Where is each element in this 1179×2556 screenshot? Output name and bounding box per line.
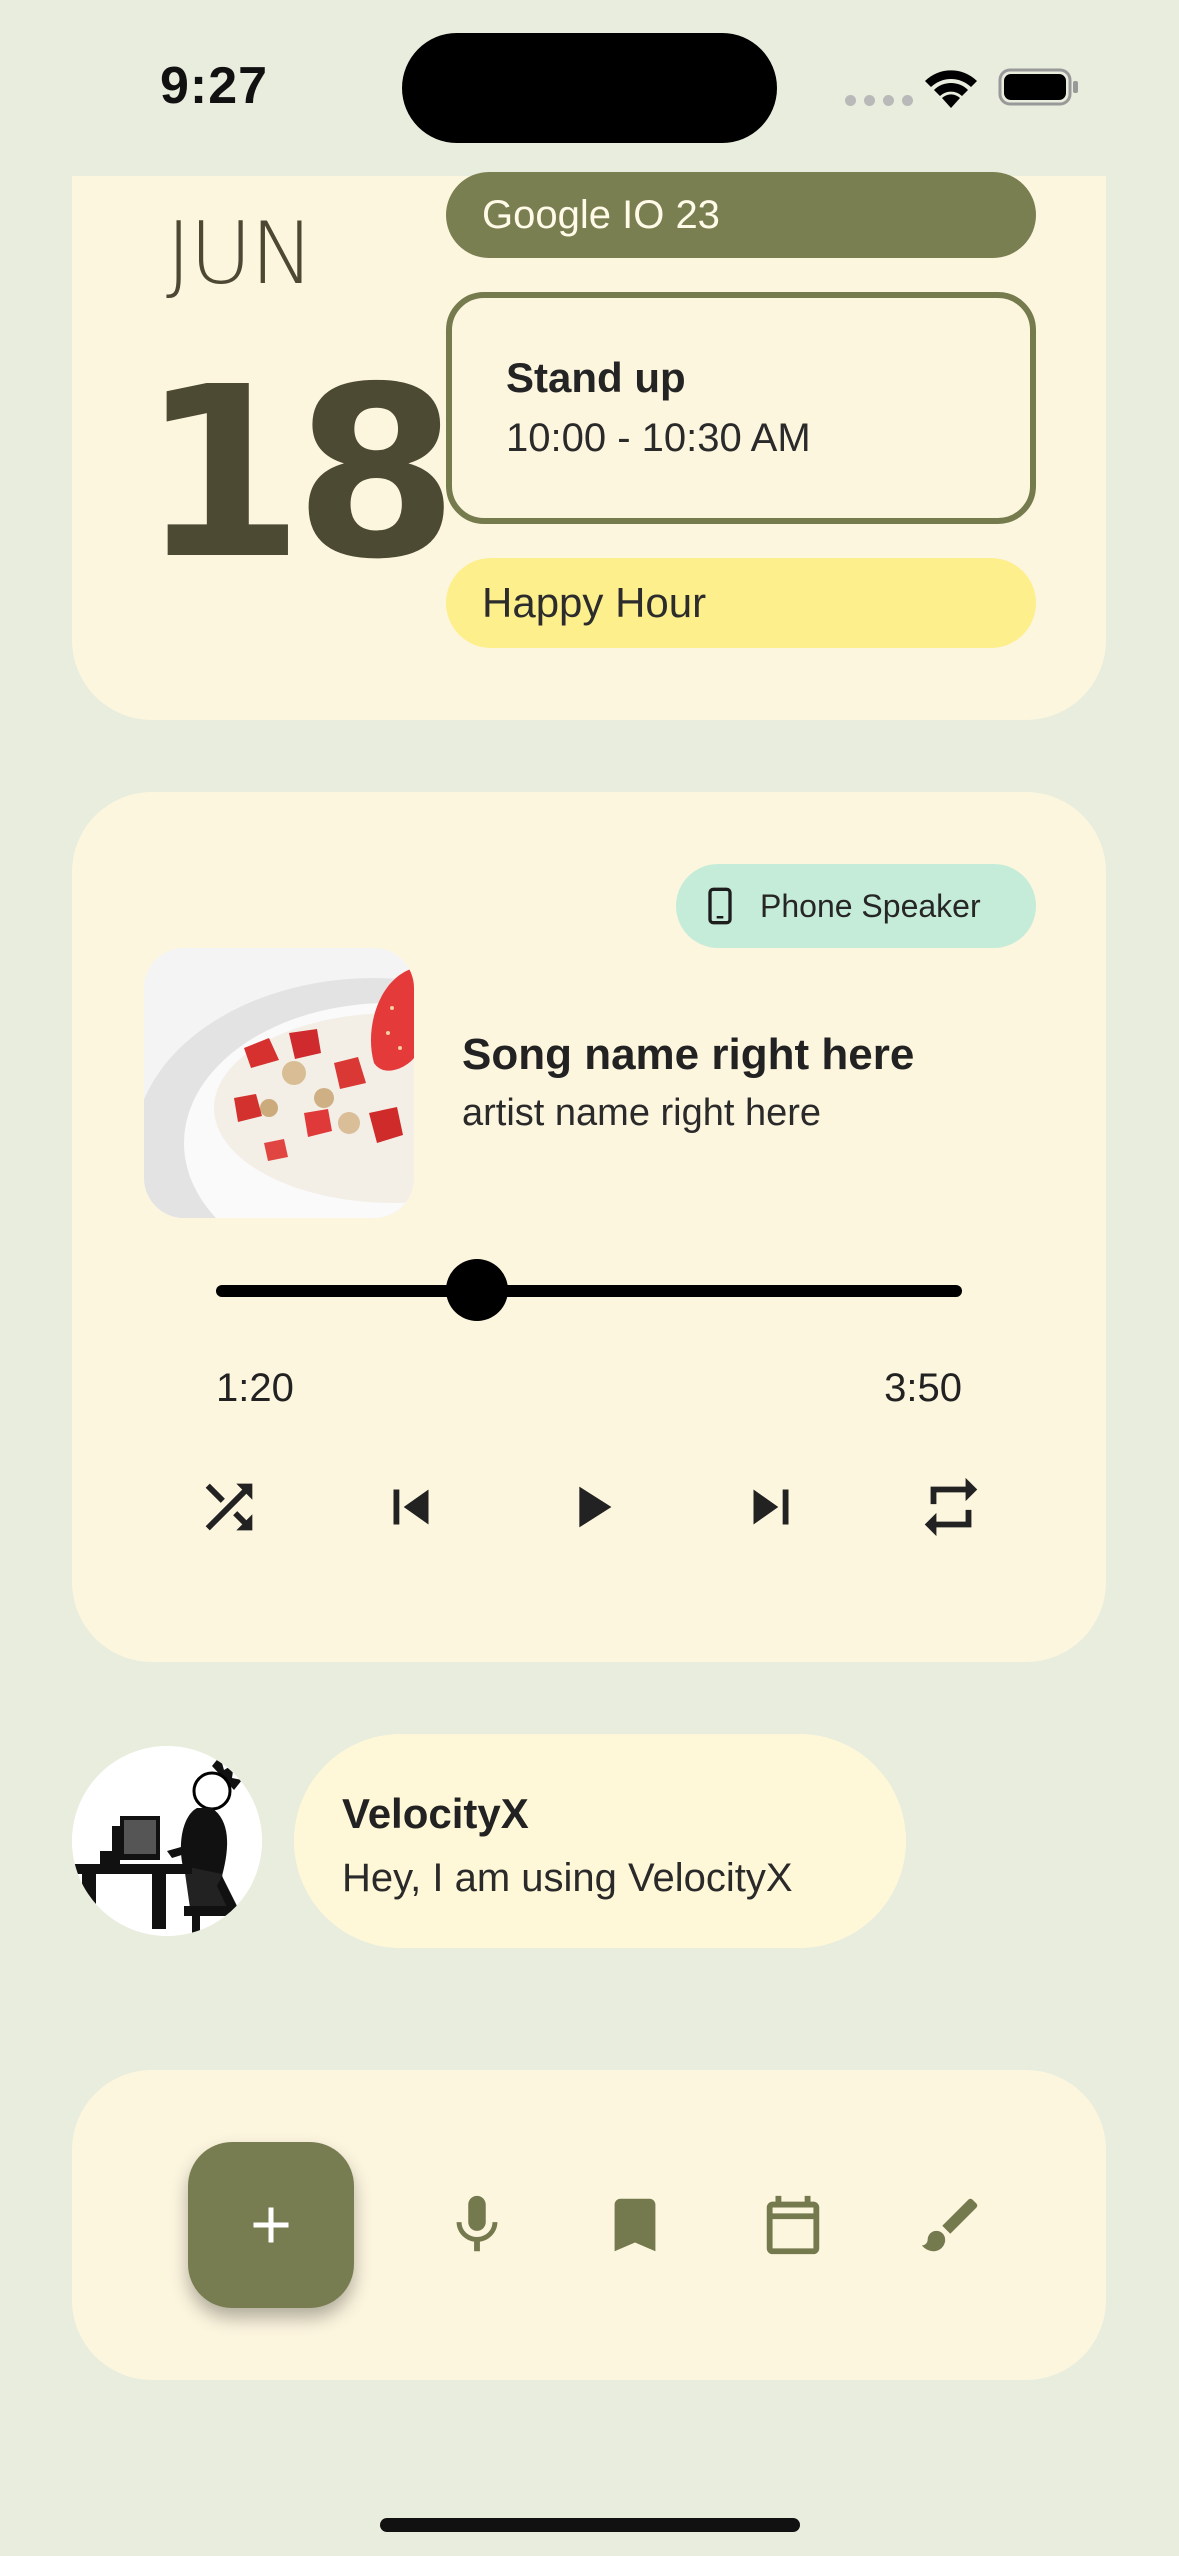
mic-icon[interactable] [442, 2190, 512, 2260]
phone-icon [708, 887, 732, 925]
add-button[interactable] [188, 2142, 354, 2308]
bookmark-icon[interactable] [600, 2190, 670, 2260]
play-icon[interactable] [556, 1472, 626, 1542]
calendar-widget[interactable]: JUN 18 Google IO 23 Stand up 10:00 - 10:… [72, 172, 1106, 720]
calendar-day: 18 [140, 336, 458, 611]
event-title: Stand up [506, 354, 686, 401]
event-google-io[interactable]: Google IO 23 [446, 172, 1036, 258]
calendar-icon[interactable] [758, 2190, 828, 2260]
wifi-icon [925, 70, 977, 108]
seek-bar[interactable] [216, 1285, 962, 1297]
skip-previous-icon[interactable] [376, 1472, 446, 1542]
output-device-label: Phone Speaker [760, 887, 981, 924]
event-stand-up[interactable]: Stand up 10:00 - 10:30 AM [446, 292, 1036, 524]
music-player-widget: Phone Speaker Song name right here artis… [72, 792, 1106, 1662]
home-indicator[interactable] [380, 2518, 800, 2532]
shuffle-icon[interactable] [194, 1472, 264, 1542]
brush-icon[interactable] [916, 2190, 986, 2260]
song-title: Song name right here [462, 1030, 915, 1079]
skip-next-icon[interactable] [736, 1472, 806, 1542]
event-happy-hour[interactable]: Happy Hour [446, 558, 1036, 648]
repeat-icon[interactable] [916, 1472, 986, 1542]
calendar-month: JUN [166, 204, 315, 304]
cellular-signal-icon [845, 95, 913, 106]
seek-thumb[interactable] [446, 1259, 509, 1321]
output-device-chip[interactable]: Phone Speaker [676, 864, 1036, 948]
event-time: 10:00 - 10:30 AM [506, 416, 811, 460]
add-icon [253, 2207, 289, 2243]
dynamic-island [402, 33, 777, 143]
status-time: 9:27 [160, 57, 269, 115]
total-time: 3:50 [884, 1366, 962, 1410]
album-art [144, 948, 414, 1218]
event-title: Happy Hour [482, 579, 707, 626]
profile-name: VelocityX [342, 1790, 529, 1837]
profile-status: Hey, I am using VelocityX [342, 1856, 793, 1900]
current-time: 1:20 [216, 1366, 294, 1410]
bottom-action-bar [72, 2070, 1106, 2380]
profile-status-bubble[interactable]: VelocityX Hey, I am using VelocityX [294, 1734, 906, 1948]
event-title: Google IO 23 [482, 192, 720, 237]
avatar[interactable] [72, 1746, 262, 1936]
artist-name: artist name right here [462, 1092, 822, 1134]
battery-icon [998, 68, 1078, 106]
